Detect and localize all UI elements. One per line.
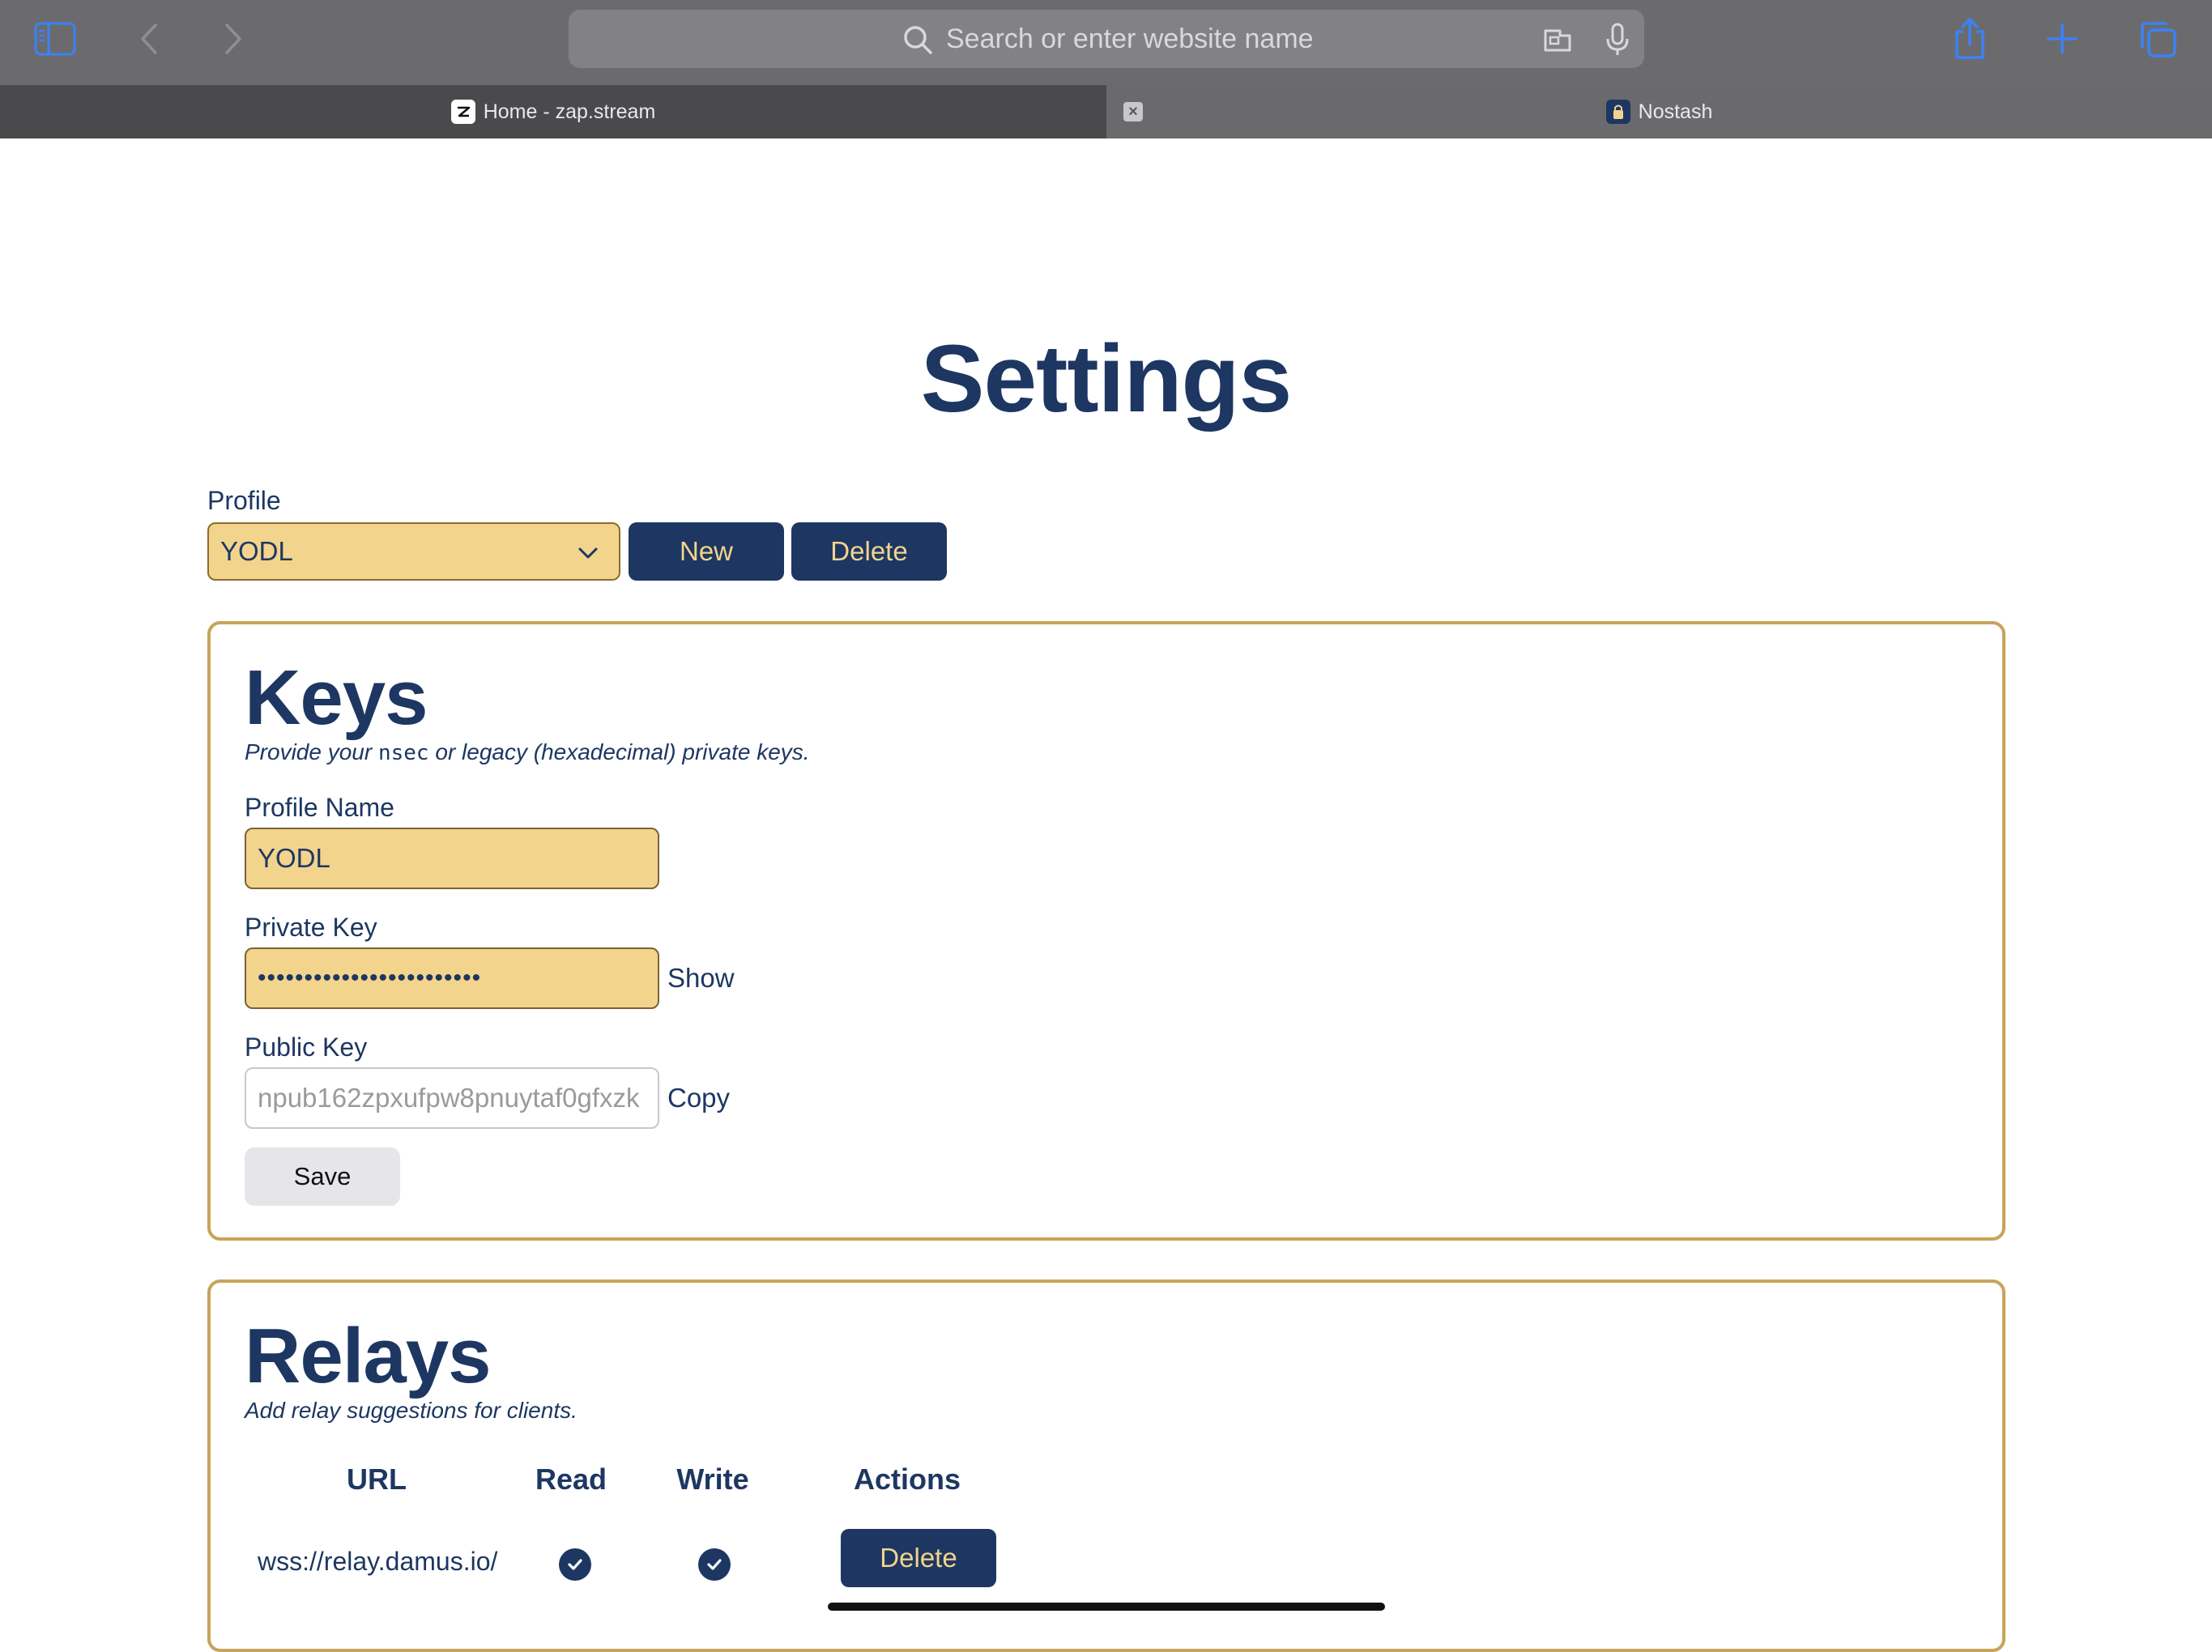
search-icon: [904, 26, 932, 54]
profile-select-value: YODL: [220, 536, 293, 566]
relays-title: Relays: [245, 1313, 492, 1399]
keys-subtitle: Provide your nsec or legacy (hexadecimal…: [245, 739, 810, 765]
keys-subtitle-text-end: or legacy (hexadecimal) private keys.: [428, 739, 810, 764]
column-header-read: Read: [535, 1463, 607, 1496]
private-key-label: Private Key: [245, 913, 377, 942]
share-icon[interactable]: [1950, 16, 1989, 62]
new-profile-button[interactable]: New: [629, 522, 784, 581]
zap-stream-icon: [450, 100, 475, 124]
sidebar-icon[interactable]: [32, 19, 78, 58]
relays-subtitle: Add relay suggestions for clients.: [245, 1398, 578, 1423]
extension-icon[interactable]: [1542, 26, 1575, 53]
private-key-input[interactable]: ••••••••••••••••••••••••: [245, 947, 659, 1009]
keys-title: Keys: [245, 654, 428, 741]
forward-icon[interactable]: [217, 21, 249, 57]
show-key-button[interactable]: Show: [667, 963, 735, 994]
browser-toolbar: Search or enter website name: [0, 0, 2212, 85]
column-header-url: URL: [347, 1463, 407, 1496]
keys-subtitle-code: nsec: [377, 741, 429, 765]
delete-profile-button[interactable]: Delete: [791, 522, 947, 581]
nostash-icon: [1605, 100, 1630, 124]
tab-nostash[interactable]: Nostash: [1106, 85, 2212, 138]
tab-label: Home - zap.stream: [483, 100, 656, 123]
relay-url: wss://relay.damus.io/: [258, 1547, 498, 1576]
address-placeholder: Search or enter website name: [946, 23, 1314, 54]
copy-key-button[interactable]: Copy: [667, 1083, 730, 1113]
tab-label: Nostash: [1638, 100, 1713, 123]
profile-select[interactable]: YODL: [207, 522, 620, 581]
read-check-icon[interactable]: [559, 1548, 591, 1581]
keys-card: Keys Provide your nsec or legacy (hexade…: [207, 621, 2005, 1241]
column-header-write: Write: [676, 1463, 749, 1496]
tab-close-icon[interactable]: ×: [1123, 102, 1143, 121]
profile-label: Profile: [207, 486, 281, 515]
keys-subtitle-text: Provide your: [245, 739, 378, 764]
home-indicator: [828, 1603, 1385, 1611]
save-button[interactable]: Save: [245, 1147, 400, 1206]
public-key-label: Public Key: [245, 1032, 368, 1062]
microphone-icon[interactable]: [1604, 23, 1631, 57]
tab-bar: Home - zap.stream Nostash ×: [0, 85, 2212, 138]
tab-zap-stream[interactable]: Home - zap.stream: [0, 85, 1106, 138]
write-check-icon[interactable]: [698, 1548, 731, 1581]
public-key-input[interactable]: npub162zpxufpw8pnuytaf0gfxzk: [245, 1067, 659, 1129]
back-icon[interactable]: [133, 21, 165, 57]
delete-relay-button[interactable]: Delete: [841, 1529, 996, 1587]
column-header-actions: Actions: [853, 1463, 961, 1496]
relays-card: Relays Add relay suggestions for clients…: [207, 1279, 2005, 1652]
profile-name-input[interactable]: YODL: [245, 828, 659, 889]
chevron-down-icon: [578, 547, 598, 559]
address-bar[interactable]: Search or enter website name: [569, 10, 1644, 68]
tabs-overview-icon[interactable]: [2137, 18, 2179, 60]
new-tab-icon[interactable]: [2043, 19, 2082, 58]
profile-name-label: Profile Name: [245, 793, 394, 822]
page-title: Settings: [920, 326, 1293, 432]
